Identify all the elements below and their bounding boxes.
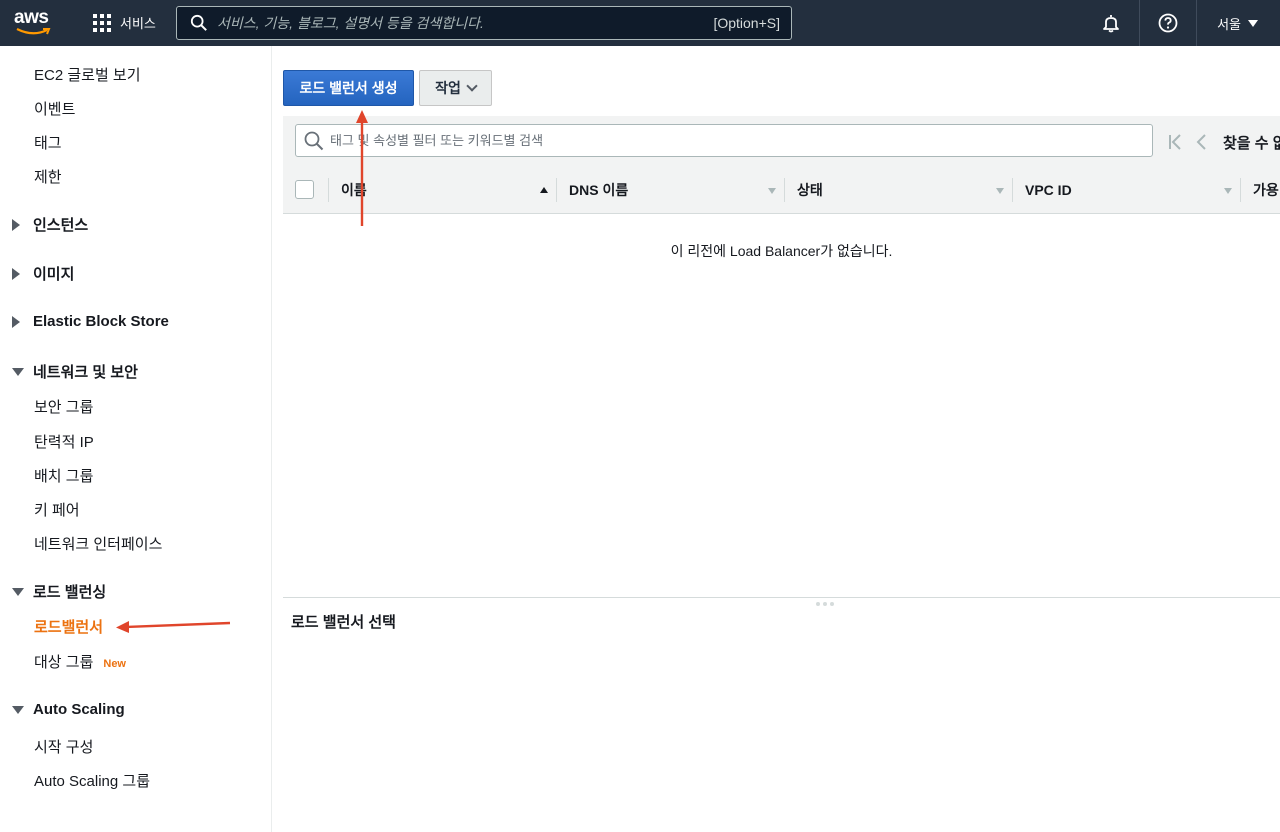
top-navigation: aws 서비스 [Option+S] (0, 0, 1280, 46)
column-divider (1240, 178, 1241, 202)
select-all-checkbox[interactable] (295, 180, 314, 199)
caret-right-icon (12, 218, 20, 231)
section-label: 인스턴스 (33, 217, 89, 234)
section-label: 로드 밸런싱 (33, 584, 107, 601)
column-header-state[interactable]: 상태 (797, 166, 823, 214)
previous-page-icon[interactable] (1195, 134, 1207, 150)
sidebar-item-launch-configurations[interactable]: 시작 구성 (34, 736, 93, 757)
column-header-dns-name[interactable]: DNS 이름 (569, 166, 628, 214)
sidebar-section-load-balancing[interactable]: 로드 밸런싱 (12, 581, 106, 602)
column-header-name[interactable]: 이름 (341, 166, 367, 214)
empty-table-message: 이 리전에 Load Balancer가 없습니다. (670, 243, 893, 259)
section-label: 네트워크 및 보안 (33, 364, 138, 381)
aws-smile-icon (16, 28, 51, 35)
column-divider (1012, 178, 1013, 202)
sidebar-item-network-interfaces[interactable]: 네트워크 인터페이스 (34, 533, 162, 554)
resize-handle[interactable] (816, 602, 834, 606)
sidebar-item-events[interactable]: 이벤트 (34, 98, 75, 119)
column-header-vpc-id[interactable]: VPC ID (1025, 166, 1072, 214)
bell-icon (1103, 15, 1119, 33)
sidebar-item-tags[interactable]: 태그 (34, 132, 62, 153)
sidebar-section-ebs[interactable]: Elastic Block Store (12, 313, 169, 330)
sidebar-item-ec2-global-view[interactable]: EC2 글로벌 보기 (34, 64, 141, 85)
sidebar-item-limits[interactable]: 제한 (34, 166, 62, 187)
global-search[interactable]: [Option+S] (176, 6, 792, 40)
sort-ascending-icon[interactable] (540, 187, 548, 193)
section-label: Elastic Block Store (33, 313, 169, 330)
caret-down-icon (12, 705, 24, 714)
sort-icon[interactable] (768, 188, 776, 194)
notifications-button[interactable] (1083, 0, 1139, 46)
actions-label: 작업 (435, 80, 461, 96)
filter-toolbar: 찾을 수 없 (283, 116, 1280, 166)
chevron-down-icon (466, 80, 478, 92)
services-menu[interactable]: 서비스 (93, 13, 156, 32)
region-label: 서울 (1217, 16, 1241, 32)
sidebar-item-security-groups[interactable]: 보안 그룹 (34, 396, 93, 417)
sidebar: EC2 글로벌 보기 이벤트 태그 제한 인스턴스 이미지 Elastic Bl… (0, 46, 272, 832)
sidebar-section-auto-scaling[interactable]: Auto Scaling (12, 701, 125, 718)
sidebar-item-placement-groups[interactable]: 배치 그룹 (34, 465, 93, 486)
region-selector[interactable]: 서울 (1197, 14, 1280, 33)
search-shortcut-hint: [Option+S] (713, 15, 780, 31)
sort-icon[interactable] (1224, 188, 1232, 194)
caret-down-icon (12, 367, 24, 376)
services-label: 서비스 (120, 16, 156, 31)
column-divider (556, 178, 557, 202)
nav-right-group: 서울 (1083, 0, 1280, 46)
aws-logo-text: aws (14, 7, 49, 28)
search-icon (190, 14, 207, 31)
sort-icon[interactable] (996, 188, 1004, 194)
sidebar-section-images[interactable]: 이미지 (12, 263, 74, 284)
column-divider (328, 178, 329, 202)
first-page-icon[interactable] (1168, 134, 1182, 150)
detail-pane-title: 로드 밸런서 선택 (291, 614, 396, 631)
actions-dropdown-button[interactable]: 작업 (419, 70, 492, 106)
sidebar-item-auto-scaling-groups[interactable]: Auto Scaling 그룹 (34, 770, 150, 791)
caret-down-icon (12, 587, 24, 596)
section-label: 이미지 (33, 266, 75, 283)
global-search-input[interactable] (217, 15, 687, 31)
help-button[interactable] (1140, 0, 1196, 46)
sidebar-item-target-groups[interactable]: 대상 그룹 New (34, 651, 126, 672)
pagination-status: 찾을 수 없 (1223, 135, 1280, 152)
table-header: 이름 DNS 이름 상태 VPC ID 가용 (283, 166, 1280, 214)
section-label: Auto Scaling (33, 701, 125, 718)
sidebar-section-network[interactable]: 네트워크 및 보안 (12, 361, 138, 382)
aws-logo[interactable]: aws (14, 7, 56, 37)
pane-divider (283, 597, 1280, 598)
sidebar-item-elastic-ip[interactable]: 탄력적 IP (34, 431, 94, 452)
column-divider (784, 178, 785, 202)
sidebar-item-label: 대상 그룹 (34, 654, 94, 671)
column-header-availability[interactable]: 가용 (1253, 166, 1279, 214)
caret-right-icon (12, 267, 20, 280)
caret-down-icon (1248, 19, 1258, 27)
new-badge: New (103, 658, 126, 670)
help-icon (1158, 13, 1178, 33)
grid-icon (93, 13, 111, 32)
sidebar-section-instances[interactable]: 인스턴스 (12, 214, 88, 235)
caret-right-icon (12, 315, 20, 328)
sidebar-item-load-balancers[interactable]: 로드밸런서 (34, 616, 103, 637)
create-load-balancer-button[interactable]: 로드 밸런서 생성 (283, 70, 414, 106)
filter-input[interactable] (330, 133, 1130, 148)
filter-search[interactable] (295, 124, 1153, 157)
sidebar-item-key-pairs[interactable]: 키 페어 (34, 499, 80, 520)
search-icon (304, 131, 324, 150)
